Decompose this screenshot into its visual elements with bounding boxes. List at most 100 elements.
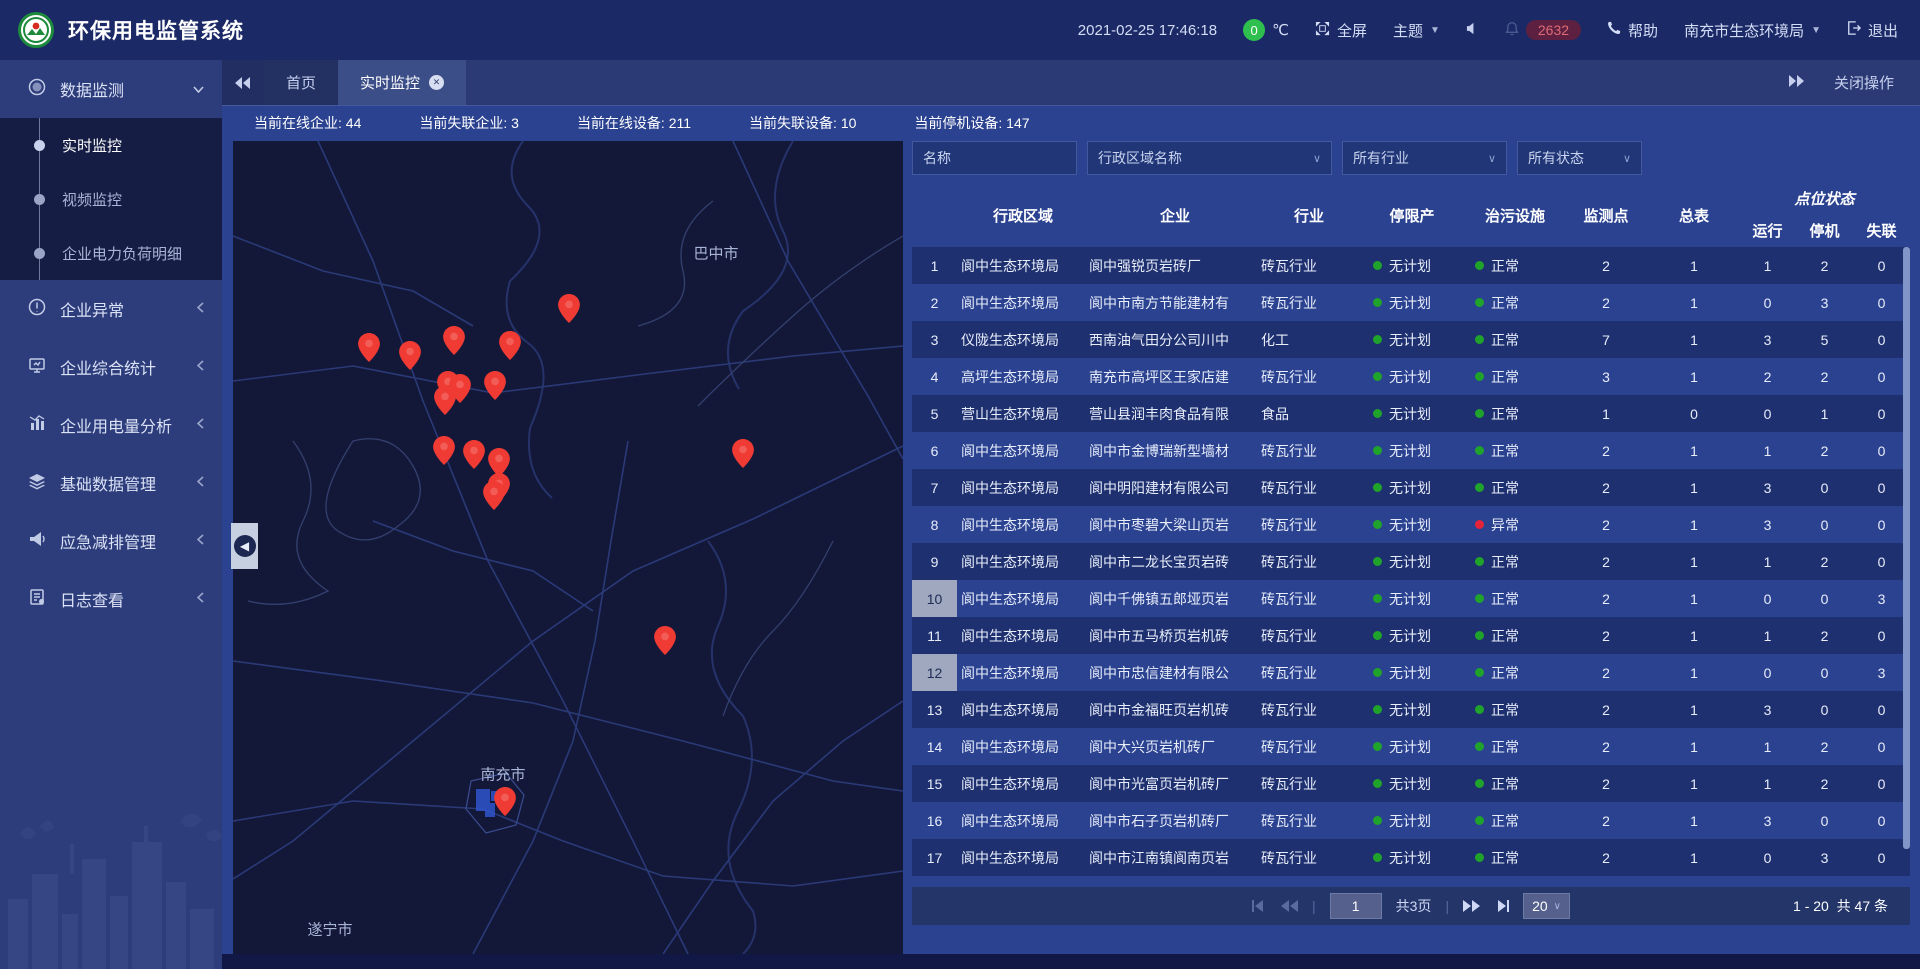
sidebar-subitem-实时监控[interactable]: 实时监控 (0, 118, 222, 172)
cell-region: 阆中生态环境局 (957, 284, 1089, 321)
map-pin-icon[interactable] (443, 326, 465, 355)
table-row[interactable]: 3 仪陇生态环境局 西南油气田分公司川中 化工 无计划 正常 7 1 3 5 0 (912, 321, 1910, 358)
table-row[interactable]: 5 营山生态环境局 营山县润丰肉食品有限 食品 无计划 正常 1 0 0 1 0 (912, 395, 1910, 432)
cell-main-meter: 1 (1649, 580, 1739, 617)
table-row[interactable]: 17 阆中生态环境局 阆中市江南镇阆南页岩 砖瓦行业 无计划 正常 2 1 0 … (912, 839, 1910, 876)
tab-close-icon[interactable]: ✕ (429, 75, 444, 90)
table-row[interactable]: 4 高坪生态环境局 南充市高坪区王家店建 砖瓦行业 无计划 正常 3 1 2 2… (912, 358, 1910, 395)
cell-lost: 0 (1853, 802, 1910, 839)
tabs-scroll-left-button[interactable] (222, 60, 264, 105)
cell-enterprise: 南部县砌伍上河有限公 (1089, 876, 1261, 887)
cell-lost: 0 (1853, 247, 1910, 284)
logout-button[interactable]: 退出 (1847, 20, 1898, 41)
divider: | (1445, 898, 1449, 914)
table-row[interactable]: 10 阆中生态环境局 阆中千佛镇五郎垭页岩 砖瓦行业 无计划 正常 2 1 0 … (912, 580, 1910, 617)
cell-stop-plan: 无计划 (1357, 506, 1467, 543)
table-row[interactable]: 13 阆中生态环境局 阆中市金福旺页岩机砖 砖瓦行业 无计划 正常 2 1 3 … (912, 691, 1910, 728)
notifications[interactable]: 2632 (1505, 20, 1581, 40)
cell-region: 南部生态环境局 (957, 876, 1089, 887)
table-row[interactable]: 11 阆中生态环境局 阆中市五马桥页岩机砖 砖瓦行业 无计划 正常 2 1 1 … (912, 617, 1910, 654)
sidebar-item-企业用电量分析[interactable]: 企业用电量分析 (0, 396, 222, 454)
sidebar-item-应急减排管理[interactable]: 应急减排管理 (0, 512, 222, 570)
sidebar-subitem-视频监控[interactable]: 视频监控 (0, 172, 222, 226)
table-row[interactable]: 7 阆中生态环境局 阆中明阳建材有限公司 砖瓦行业 无计划 正常 2 1 3 0… (912, 469, 1910, 506)
map[interactable]: 巴中市南充市遂宁市 (233, 141, 903, 954)
region-filter-select[interactable]: 行政区域名称 ∨ (1087, 141, 1332, 175)
map-collapse-handle[interactable]: ◀ (231, 523, 258, 569)
cell-industry: 砖瓦行业 (1261, 358, 1357, 395)
cell-stopped: 0 (1796, 469, 1853, 506)
map-pin-icon[interactable] (433, 436, 455, 465)
cell-main-meter: 1 (1649, 728, 1739, 765)
map-pin-icon[interactable] (483, 481, 505, 510)
fullscreen-button[interactable]: 全屏 (1315, 20, 1367, 41)
sidebar-item-数据监测[interactable]: 数据监测 (0, 60, 222, 118)
table-row[interactable]: 16 阆中生态环境局 阆中市石子页岩机砖厂 砖瓦行业 无计划 正常 2 1 3 … (912, 802, 1910, 839)
first-page-button[interactable] (1252, 900, 1267, 912)
cell-running: 1 (1739, 543, 1796, 580)
cell-running: 3 (1739, 321, 1796, 358)
map-pin-icon[interactable] (654, 626, 676, 655)
cell-region: 阆中生态环境局 (957, 506, 1089, 543)
page-number-input[interactable] (1330, 893, 1382, 919)
cell-enterprise: 阆中大兴页岩机砖厂 (1089, 728, 1261, 765)
row-number: 2 (912, 284, 957, 321)
map-pin-icon[interactable] (463, 440, 485, 469)
pagination-range: 1 - 20 共 47 条 (1793, 896, 1888, 916)
sidebar-item-基础数据管理[interactable]: 基础数据管理 (0, 454, 222, 512)
map-pin-icon[interactable] (358, 333, 380, 362)
org-dropdown[interactable]: 南充市生态环境局 ▼ (1684, 20, 1821, 41)
filter-bar: 行政区域名称 ∨ 所有行业 ∨ 所有状态 ∨ (912, 141, 1910, 175)
table-row[interactable]: 15 阆中生态环境局 阆中市光富页岩机砖厂 砖瓦行业 无计划 正常 2 1 1 … (912, 765, 1910, 802)
previous-page-button[interactable] (1281, 900, 1298, 912)
cell-stop-plan: 无计划 (1357, 469, 1467, 506)
theme-dropdown[interactable]: 主题 ▼ (1393, 20, 1440, 41)
table-row[interactable]: 12 阆中生态环境局 阆中市忠信建材有限公 砖瓦行业 无计划 正常 2 1 0 … (912, 654, 1910, 691)
table-row[interactable]: 1 阆中生态环境局 阆中强锐页岩砖厂 砖瓦行业 无计划 正常 2 1 1 2 0 (912, 247, 1910, 284)
map-city-label: 南充市 (480, 764, 525, 785)
sidebar-item-企业异常[interactable]: 企业异常 (0, 280, 222, 338)
map-pin-icon[interactable] (499, 331, 521, 360)
map-pin-icon[interactable] (484, 371, 506, 400)
cell-industry: 砖瓦行业 (1261, 284, 1357, 321)
table-scrollbar[interactable] (1903, 247, 1910, 887)
app-logo (18, 12, 54, 48)
table-row[interactable]: 2 阆中生态环境局 阆中市南方节能建材有 砖瓦行业 无计划 正常 2 1 0 3… (912, 284, 1910, 321)
next-page-button[interactable] (1463, 900, 1480, 912)
map-pin-icon[interactable] (558, 294, 580, 323)
status-filter-select[interactable]: 所有状态 ∨ (1517, 141, 1642, 175)
temperature-value: 0 (1243, 19, 1265, 41)
table-row[interactable]: 18 南部生态环境局 南部县砌伍上河有限公 建材加工 无计划 正常 6 0 0 … (912, 876, 1910, 887)
close-operations-button[interactable]: 关闭操作 (1834, 72, 1894, 93)
cell-stopped: 2 (1796, 617, 1853, 654)
tab-首页[interactable]: 首页 (264, 60, 338, 105)
table-row[interactable]: 14 阆中生态环境局 阆中大兴页岩机砖厂 砖瓦行业 无计划 正常 2 1 1 2… (912, 728, 1910, 765)
table-row[interactable]: 9 阆中生态环境局 阆中市二龙长宝页岩砖 砖瓦行业 无计划 正常 2 1 1 2… (912, 543, 1910, 580)
cell-lost: 0 (1853, 543, 1910, 580)
last-page-button[interactable] (1494, 900, 1509, 912)
page-size-select[interactable]: 20 ∨ (1523, 893, 1570, 919)
mute-button[interactable] (1466, 22, 1479, 39)
cell-facility-status: 正常 (1467, 839, 1563, 876)
cell-main-meter: 1 (1649, 432, 1739, 469)
chevron-left-icon (197, 416, 204, 434)
name-filter-input[interactable] (923, 150, 1066, 166)
layers-icon (28, 472, 46, 495)
table-row[interactable]: 6 阆中生态环境局 阆中市金博瑞新型墙材 砖瓦行业 无计划 正常 2 1 1 2… (912, 432, 1910, 469)
tabs-scroll-right-button[interactable] (1788, 74, 1804, 91)
table-row[interactable]: 8 阆中生态环境局 阆中市枣碧大梁山页岩 砖瓦行业 无计划 异常 2 1 3 0… (912, 506, 1910, 543)
help-button[interactable]: 帮助 (1607, 20, 1658, 41)
map-pin-icon[interactable] (434, 386, 456, 415)
map-pin-icon[interactable] (399, 341, 421, 370)
cell-lost: 0 (1853, 506, 1910, 543)
map-pin-icon[interactable] (732, 439, 754, 468)
sidebar-item-企业综合统计[interactable]: 企业综合统计 (0, 338, 222, 396)
map-pin-icon[interactable] (494, 787, 516, 816)
sidebar-item-日志查看[interactable]: 日志查看 (0, 570, 222, 628)
cell-industry: 砖瓦行业 (1261, 802, 1357, 839)
name-filter-field[interactable] (912, 141, 1077, 175)
tab-实时监控[interactable]: 实时监控 ✕ (338, 60, 466, 105)
industry-filter-select[interactable]: 所有行业 ∨ (1342, 141, 1507, 175)
sidebar-subitem-企业电力负荷明细[interactable]: 企业电力负荷明细 (0, 226, 222, 280)
chevron-left-icon (197, 532, 204, 550)
